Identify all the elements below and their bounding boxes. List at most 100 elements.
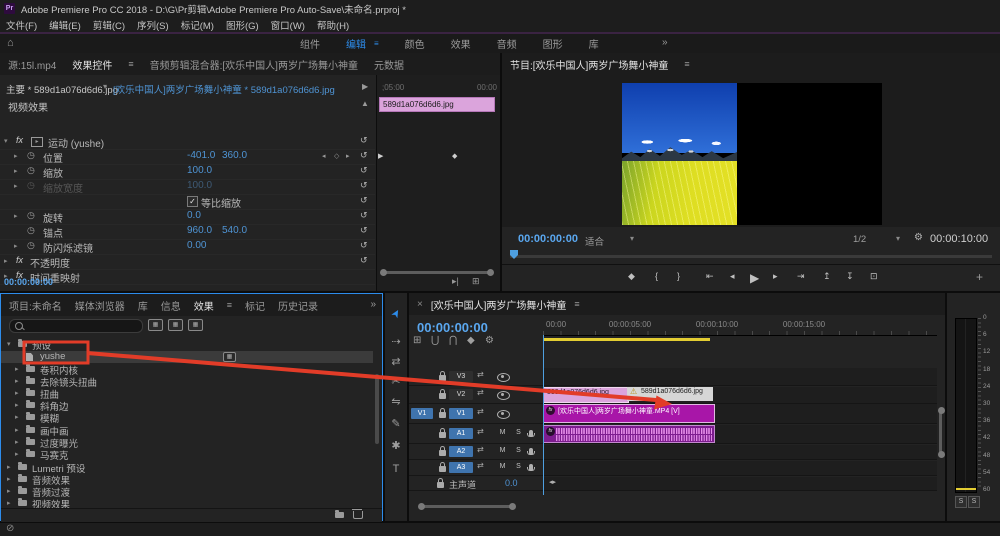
track-lane[interactable]	[543, 461, 937, 476]
nest-toggle-icon[interactable]: ⊞	[413, 335, 421, 346]
keyframe-diamond-icon[interactable]: ◆	[452, 152, 457, 160]
linked-selection-icon[interactable]: ⋂	[449, 335, 457, 346]
workspace-tab-6[interactable]: 库	[589, 36, 599, 51]
toggle-effects-icon[interactable]: ⊞	[472, 276, 480, 287]
ec-row-缩放宽度[interactable]: ▸◷缩放宽度100.0↺	[0, 179, 375, 195]
sync-lock-icon[interactable]: ⇄	[477, 388, 484, 397]
reset-parameter-icon[interactable]: ↺	[360, 150, 368, 161]
zoom-level-dropdown[interactable]: 1/2	[853, 234, 866, 245]
type-tool-icon[interactable]: T	[385, 463, 407, 475]
effects-tree-item-卷积内核[interactable]: ▸卷积内核	[1, 363, 373, 375]
work-area-bar[interactable]	[543, 338, 710, 341]
lock-icon[interactable]	[439, 375, 446, 381]
lock-icon[interactable]	[439, 466, 446, 472]
ec-tab-0[interactable]: 源:15l.mp4	[8, 53, 56, 75]
track-lane[interactable]	[543, 477, 937, 491]
step-forward-icon[interactable]: ▸	[773, 271, 778, 282]
workspace-tab-2[interactable]: 颜色	[405, 36, 425, 51]
yuv-filter-icon[interactable]: ▦	[188, 319, 203, 331]
program-timecode[interactable]: 00:00:00:00	[518, 233, 578, 245]
source-patch-V1[interactable]: V1	[411, 408, 433, 419]
effects-tree-item-马赛克[interactable]: ▸马赛克	[1, 448, 373, 460]
param-value-0[interactable]: 100.0	[187, 180, 212, 191]
snap-icon[interactable]: ⋃	[431, 335, 439, 346]
track-toggle-A3[interactable]: A3	[449, 462, 473, 473]
reset-parameter-icon[interactable]: ↺	[360, 240, 368, 251]
ec-row-旋转[interactable]: ▸◷旋转0.0↺	[0, 209, 375, 225]
track-toggle-V1[interactable]: V1	[449, 408, 473, 419]
accelerated-effects-filter-icon[interactable]: ▦	[148, 319, 163, 331]
hand-tool-icon[interactable]: ✱	[385, 439, 407, 452]
export-frame-icon[interactable]: ⊡	[870, 271, 878, 282]
lift-icon[interactable]: ↥	[823, 271, 831, 282]
menu-item-3[interactable]: 序列(S)	[137, 18, 169, 32]
track-lane[interactable]	[543, 445, 937, 460]
reset-parameter-icon[interactable]: ↺	[360, 135, 368, 146]
fx-badge-icon[interactable]: fx	[16, 135, 23, 145]
reset-parameter-icon[interactable]: ↺	[360, 165, 368, 176]
menu-item-7[interactable]: 帮助(H)	[317, 18, 349, 32]
param-value-1[interactable]: 360.0	[222, 150, 247, 161]
menu-item-1[interactable]: 编辑(E)	[49, 18, 81, 32]
expander-icon[interactable]: ▾	[7, 340, 11, 348]
prev-keyframe-icon[interactable]: ◂	[322, 152, 326, 160]
effects-tree-item-过度曝光[interactable]: ▸过度曝光	[1, 436, 373, 448]
sequence-tab[interactable]: [欢乐中国人]两岁广场舞小神童	[431, 293, 567, 315]
solo-button[interactable]: S	[513, 462, 524, 472]
expander-icon[interactable]: ▸	[7, 463, 11, 471]
status-link-icon[interactable]: ⊘	[6, 523, 14, 534]
stopwatch-icon[interactable]: ◷	[27, 225, 35, 236]
ec-tab-3[interactable]: 元数据	[374, 53, 404, 75]
reset-parameter-icon[interactable]: ↺	[360, 210, 368, 221]
project-tab-4[interactable]: 效果	[194, 294, 214, 316]
expander-icon[interactable]: ▾	[4, 137, 8, 145]
expander-icon[interactable]: ▸	[15, 401, 19, 409]
stopwatch-icon[interactable]: ◷	[27, 210, 35, 221]
reset-parameter-icon[interactable]: ↺	[360, 195, 368, 206]
ripple-edit-tool-icon[interactable]: ⇄	[385, 355, 407, 368]
ec-row-锚点[interactable]: ◷锚点960.0540.0↺	[0, 224, 375, 240]
reset-parameter-icon[interactable]: ↺	[360, 180, 368, 191]
sync-lock-icon[interactable]: ⇄	[477, 461, 484, 470]
stopwatch-icon[interactable]: ◷	[27, 240, 35, 251]
effects-tree-item-音频效果[interactable]: ▸音频效果	[1, 473, 373, 485]
effects-tree-item-yushe[interactable]: yushe▦	[1, 351, 373, 363]
program-scrubber[interactable]	[510, 255, 992, 258]
timeline-v-scrollbar[interactable]	[939, 411, 942, 455]
play-video-in-out-icon[interactable]: ▸|	[452, 276, 459, 287]
master-volume-value[interactable]: 0.0	[505, 478, 518, 488]
menu-item-2[interactable]: 剪辑(C)	[93, 18, 125, 32]
add-keyframe-icon[interactable]: ◇	[334, 152, 339, 160]
mute-button[interactable]: M	[497, 462, 508, 472]
expander-icon[interactable]: ▸	[15, 450, 19, 458]
effects-tree-item-视频效果[interactable]: ▸视频效果	[1, 497, 373, 508]
pen-tool-icon[interactable]: ✎	[385, 417, 407, 430]
voiceover-mic-icon[interactable]	[529, 464, 533, 470]
expander-icon[interactable]: ▸	[14, 167, 18, 175]
add-marker-icon[interactable]: ◆	[628, 271, 635, 282]
extract-icon[interactable]: ↧	[846, 271, 854, 282]
expander-icon[interactable]: ▸	[14, 182, 18, 190]
solo-button[interactable]: S	[513, 428, 524, 438]
panel-menu-icon[interactable]: ≡	[227, 300, 232, 310]
expander-icon[interactable]: ▸	[14, 152, 18, 160]
effects-tree-scrollbar[interactable]	[375, 374, 379, 444]
track-toggle-V2[interactable]: V2	[449, 389, 473, 400]
menu-item-4[interactable]: 标记(M)	[181, 18, 214, 32]
effects-tree-item-音频过渡[interactable]: ▸音频过渡	[1, 485, 373, 497]
lock-icon[interactable]	[439, 412, 446, 418]
timeline-ruler[interactable]: 00:0000:00:05:0000:00:10:0000:00:15:00	[543, 319, 937, 336]
param-value-0[interactable]: 0.0	[187, 210, 201, 221]
track-lane[interactable]	[543, 368, 937, 386]
expander-icon[interactable]: ▸	[7, 499, 11, 507]
track-toggle-A1[interactable]: A1	[449, 428, 473, 439]
param-value-0[interactable]: 100.0	[187, 165, 212, 176]
voiceover-mic-icon[interactable]	[529, 430, 533, 436]
menu-item-6[interactable]: 窗口(W)	[271, 18, 305, 32]
sync-lock-icon[interactable]: ⇄	[477, 445, 484, 454]
master-pan-icon[interactable]: ◂▸	[549, 478, 556, 486]
voiceover-mic-icon[interactable]	[529, 448, 533, 454]
project-tab-1[interactable]: 媒体浏览器	[75, 294, 125, 316]
go-to-in-icon[interactable]: ⇤	[706, 271, 714, 282]
workspace-tab-5[interactable]: 图形	[543, 36, 563, 51]
